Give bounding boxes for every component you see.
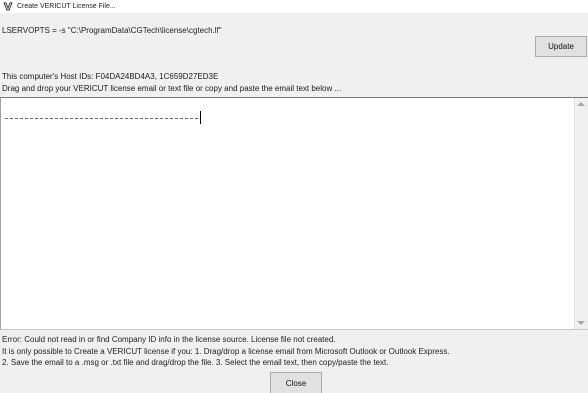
- vericut-app-icon: [3, 2, 13, 11]
- close-button[interactable]: Close: [270, 372, 322, 393]
- license-email-textarea[interactable]: [0, 97, 588, 330]
- help-message-line-1: It is only possible to Create a VERICUT …: [2, 347, 450, 356]
- scroll-down-arrow-icon[interactable]: [577, 321, 585, 325]
- title-bar: Create VERICUT License File...: [0, 0, 588, 13]
- update-button[interactable]: Update: [535, 36, 587, 57]
- text-caret: [200, 111, 201, 124]
- textarea-vertical-scrollbar[interactable]: [574, 98, 588, 329]
- scroll-up-arrow-icon[interactable]: [577, 102, 585, 106]
- lservopts-path: LSERVOPTS = -s "C:\ProgramData\CGTech\li…: [2, 26, 222, 35]
- help-message-line-2: 2. Save the email to a .msg or .txt file…: [2, 358, 389, 367]
- error-message: Error: Could not read in or find Company…: [2, 335, 336, 344]
- host-ids-label: This computer's Host IDs: F04DA24BD4A3, …: [2, 72, 219, 81]
- focus-rectangle: [5, 118, 198, 119]
- window-title: Create VERICUT License File...: [17, 3, 116, 10]
- drag-drop-instructions: Drag and drop your VERICUT license email…: [2, 84, 342, 93]
